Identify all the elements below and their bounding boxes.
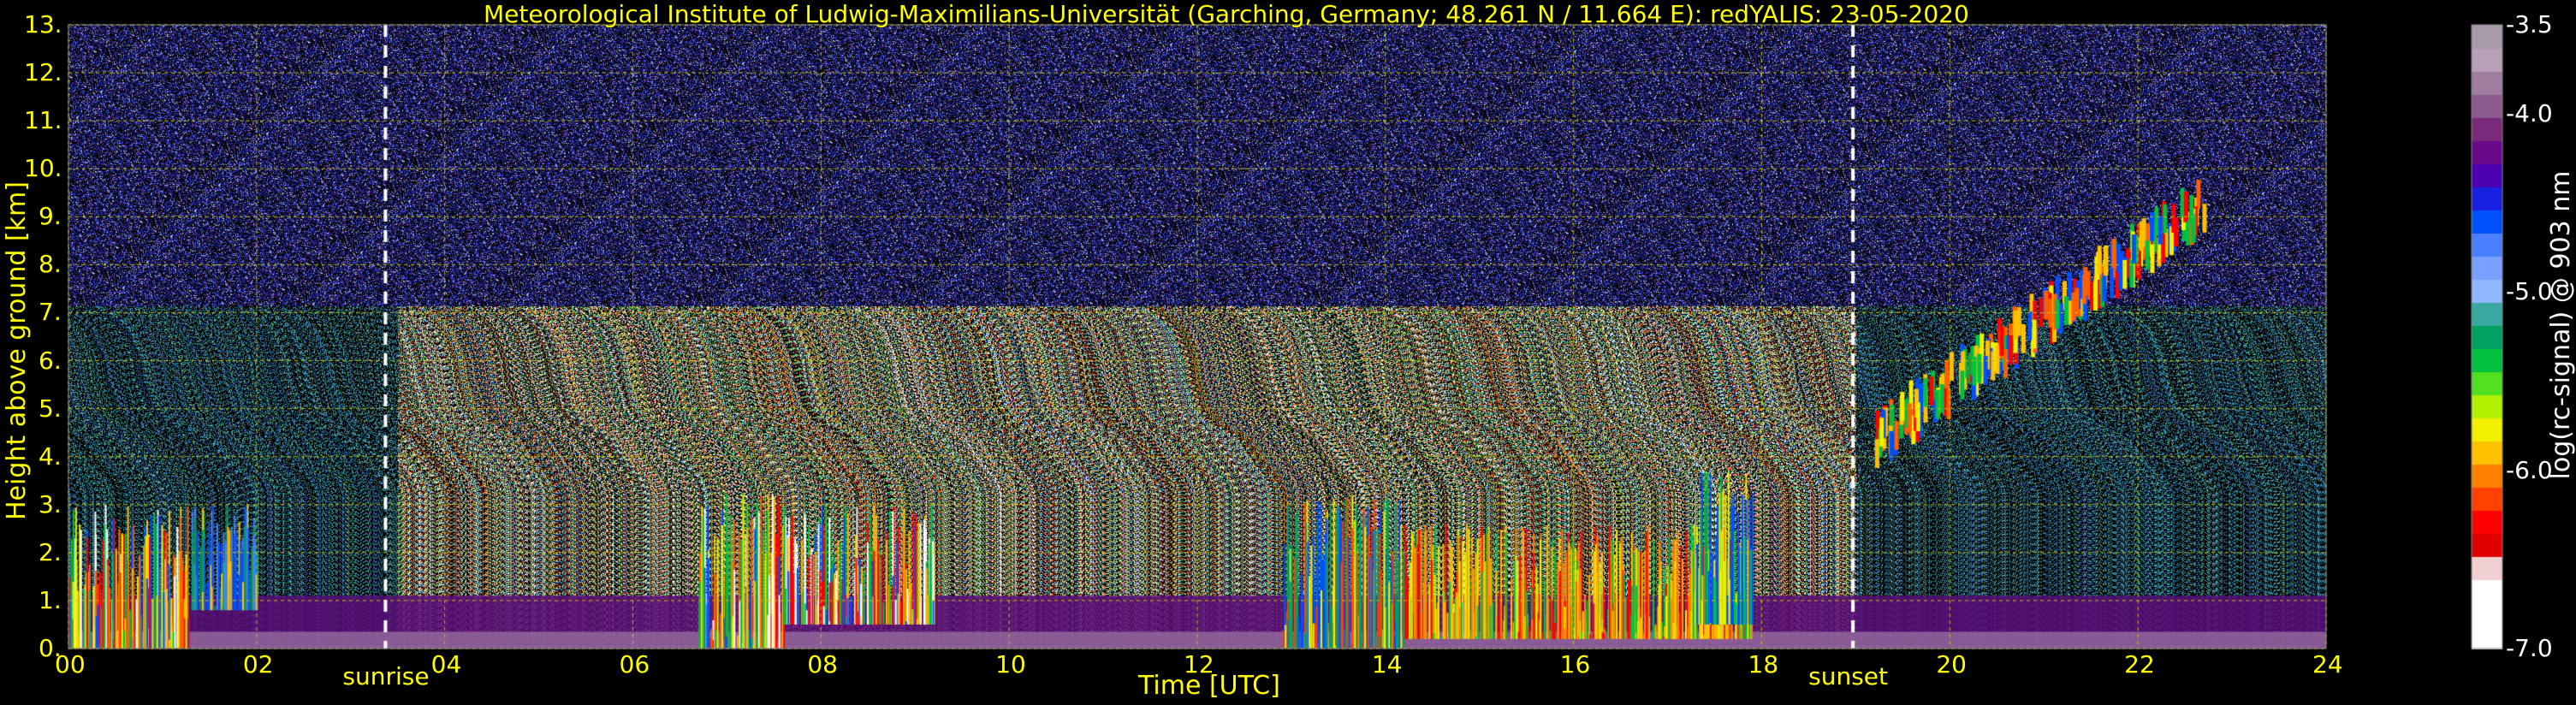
x-tick-label: 14 (1371, 650, 1403, 678)
x-tick-label: 04 (430, 650, 462, 678)
x-tick-label: 12 (1184, 650, 1214, 678)
colorbar-tick-label: -7.0 (2506, 634, 2553, 662)
y-tick-label: 13. (24, 10, 62, 39)
x-tick-label: 10 (995, 650, 1026, 678)
colorbar-tick-label: -4.0 (2506, 99, 2553, 128)
y-tick-label: 11. (24, 106, 62, 135)
event-label-sunrise: sunrise (342, 662, 430, 690)
x-tick-label: 16 (1559, 650, 1591, 678)
y-tick-label: 2. (39, 537, 62, 566)
x-tick-label: 02 (242, 650, 274, 678)
y-tick-label: 8. (39, 250, 62, 279)
y-tick-label: 4. (39, 441, 62, 471)
x-tick-label: 06 (619, 650, 650, 678)
event-label-sunset: sunset (1808, 662, 1888, 690)
colorbar-tick-label: -6.0 (2506, 455, 2553, 484)
x-tick-label: 08 (807, 650, 838, 678)
y-tick-label: 7. (39, 298, 62, 327)
y-tick-label: 6. (39, 346, 62, 375)
y-tick-label: 5. (39, 394, 62, 423)
colorbar-label: log(rc-signal) @ 903 nm (2546, 170, 2576, 480)
x-tick-label: 24 (2312, 650, 2343, 678)
colorbar-tick-label: -5.0 (2506, 277, 2553, 306)
y-tick-label: 12. (24, 58, 62, 87)
y-tick-label: 10. (24, 154, 62, 183)
y-tick-label: 0. (39, 634, 62, 662)
y-tick-label: 3. (39, 489, 62, 518)
y-tick-label: 9. (39, 202, 62, 231)
x-tick-label: 18 (1748, 650, 1779, 678)
y-axis-label: Height above ground [km] (2, 181, 32, 520)
x-tick-label: 20 (1936, 650, 1967, 678)
lidar-plot-canvas (0, 0, 2576, 705)
x-tick-label: 22 (2124, 650, 2155, 678)
colorbar-tick-label: -3.5 (2506, 10, 2553, 39)
y-tick-label: 1. (39, 585, 62, 614)
chart-title: Meteorological Institute of Ludwig-Maxim… (484, 0, 1969, 28)
